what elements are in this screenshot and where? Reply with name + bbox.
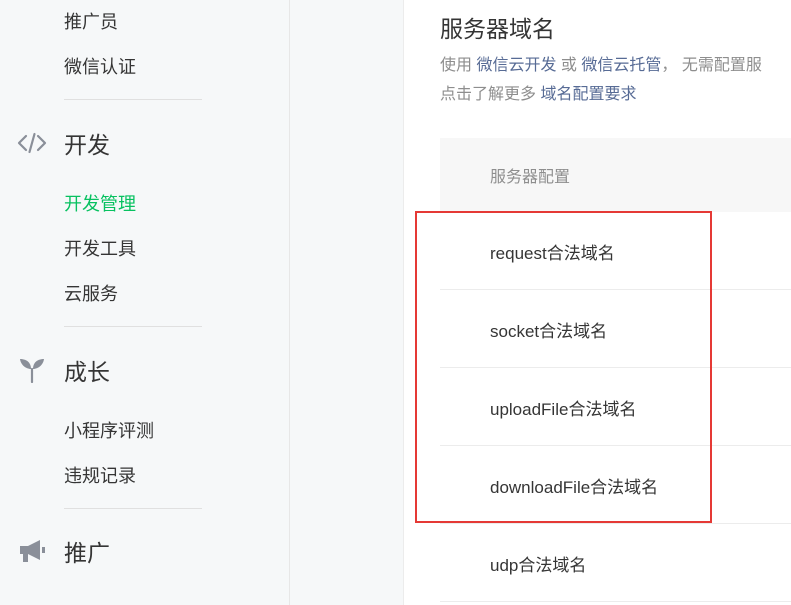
table-header-label: 服务器配置	[490, 169, 571, 186]
row-label: downloadFile合法域名	[490, 478, 659, 497]
megaphone-icon	[16, 535, 48, 567]
sidebar-section-promo[interactable]: 推广	[16, 533, 110, 569]
row-label: uploadFile合法域名	[490, 400, 637, 419]
sidebar-section-growth[interactable]: 成长	[16, 352, 110, 388]
sidebar-item-promoter[interactable]: 推广员	[64, 9, 118, 35]
sidebar-section-title: 开发	[64, 132, 110, 158]
sidebar-item-wechat-verification[interactable]: 微信认证	[64, 54, 136, 80]
wechat-cloud-dev-link[interactable]: 微信云开发	[476, 57, 556, 74]
sidebar-item-miniprogram-review[interactable]: 小程序评测	[64, 418, 154, 444]
secondary-panel	[290, 0, 404, 605]
table-row: downloadFile合法域名	[440, 446, 791, 524]
row-label: request合法域名	[490, 244, 615, 263]
table-row: uploadFile合法域名	[440, 368, 791, 446]
table-row: request合法域名	[440, 212, 791, 290]
sidebar-section-title: 推广	[64, 540, 110, 566]
sidebar-item-dev-management[interactable]: 开发管理	[64, 191, 136, 217]
sidebar-divider	[64, 99, 202, 100]
sprout-icon	[16, 354, 48, 386]
sidebar-section-dev[interactable]: 开发	[16, 125, 110, 161]
sidebar: 推广员 微信认证 开发 开发管理 开发工具 云服务 成长 小程序评测 违规记录 …	[0, 0, 290, 605]
sidebar-item-cloud-service[interactable]: 云服务	[64, 281, 118, 307]
table-row: udp合法域名	[440, 524, 791, 602]
main-content: 服务器域名 使用 微信云开发 或 微信云托管， 无需配置服 点击了解更多 域名配…	[404, 0, 791, 605]
sidebar-item-violation-records[interactable]: 违规记录	[64, 463, 136, 489]
row-label: socket合法域名	[490, 322, 608, 341]
domain-requirements-link[interactable]: 域名配置要求	[540, 86, 636, 103]
page-title: 服务器域名	[440, 16, 555, 42]
sidebar-section-title: 成长	[64, 359, 110, 385]
description-line-2: 点击了解更多 域名配置要求	[440, 86, 637, 103]
wechat-cloud-hosting-link[interactable]: 微信云托管	[581, 57, 661, 74]
sidebar-item-dev-tools[interactable]: 开发工具	[64, 236, 136, 262]
description-line-1: 使用 微信云开发 或 微信云托管， 无需配置服	[440, 57, 762, 74]
table-row: socket合法域名	[440, 290, 791, 368]
sidebar-divider	[64, 508, 202, 509]
row-label: udp合法域名	[490, 556, 587, 575]
table-header: 服务器配置	[440, 138, 791, 212]
code-icon	[16, 127, 48, 159]
sidebar-divider	[64, 326, 202, 327]
